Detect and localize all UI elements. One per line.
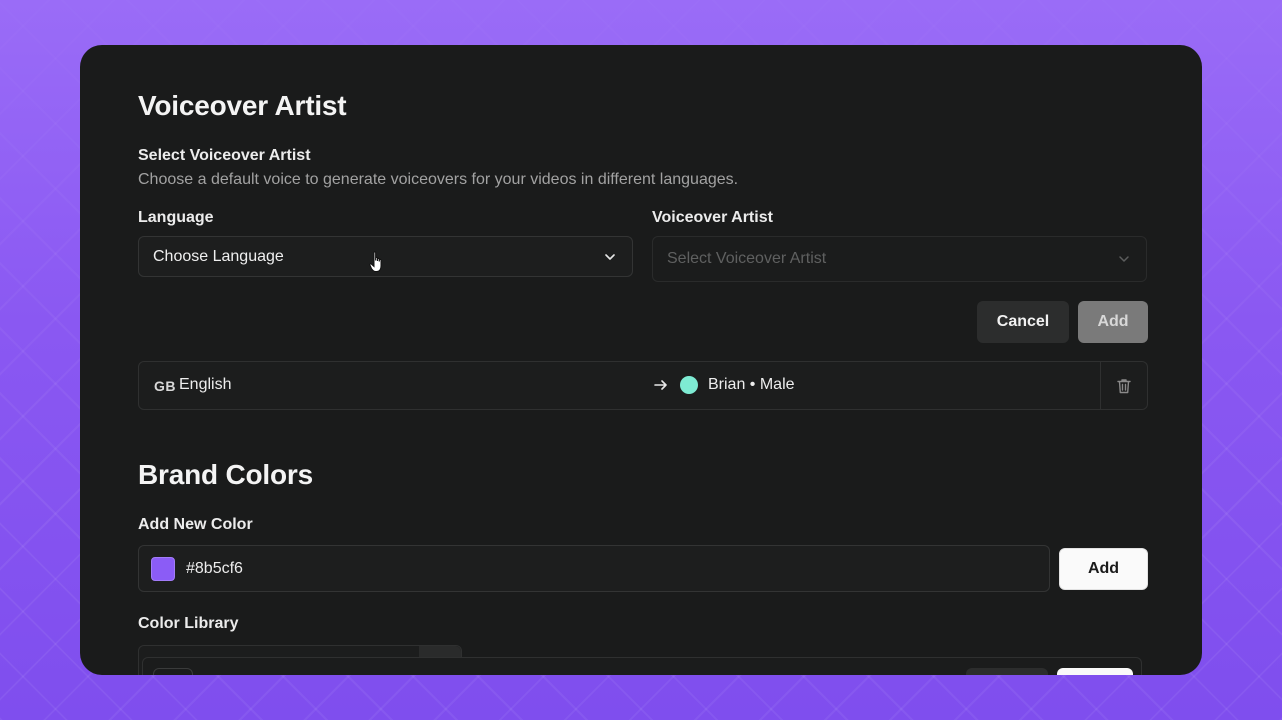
add-new-color-label: Add New Color <box>138 516 253 533</box>
hand-cursor-icon <box>369 251 382 272</box>
color-input[interactable]: #8b5cf6 <box>138 545 1050 592</box>
color-hex-value: #8b5cf6 <box>186 560 243 577</box>
arrow-right-icon <box>654 380 667 390</box>
library-color-swatch[interactable] <box>153 668 193 675</box>
chevron-down-icon <box>605 253 615 260</box>
voiceover-subtitle: Select Voiceover Artist <box>138 147 311 164</box>
cancel-button[interactable]: Cancel <box>977 301 1069 343</box>
language-label: Language <box>138 209 214 226</box>
language-select-value: Choose Language <box>153 247 284 265</box>
library-secondary-button[interactable] <box>966 668 1048 675</box>
flag-gb-icon: GB <box>154 378 176 394</box>
library-primary-button[interactable] <box>1057 668 1133 675</box>
voiceover-artist-placeholder: Select Voiceover Artist <box>667 250 827 267</box>
entry-voice: Brian • Male <box>708 376 795 393</box>
delete-entry-button[interactable] <box>1101 362 1147 409</box>
language-select[interactable]: Choose Language <box>138 236 633 277</box>
trash-icon <box>1117 378 1131 393</box>
settings-panel: Voiceover Artist Select Voiceover Artist… <box>80 45 1202 675</box>
color-swatch[interactable] <box>151 557 175 581</box>
voiceover-artist-label: Voiceover Artist <box>652 209 773 226</box>
brand-colors-title: Brand Colors <box>138 459 313 490</box>
add-voiceover-button[interactable]: Add <box>1078 301 1148 343</box>
voice-color-dot <box>680 376 698 394</box>
color-library-label: Color Library <box>138 615 239 632</box>
voiceover-entry-row: GB English Brian • Male <box>138 361 1148 410</box>
add-color-button[interactable]: Add <box>1059 548 1148 590</box>
chevron-down-icon <box>1119 256 1129 262</box>
entry-language: English <box>179 376 232 393</box>
voiceover-artist-select[interactable]: Select Voiceover Artist <box>652 236 1147 282</box>
color-library-row <box>142 657 1142 675</box>
voiceover-section-title: Voiceover Artist <box>138 90 347 121</box>
voiceover-description: Choose a default voice to generate voice… <box>138 171 739 188</box>
